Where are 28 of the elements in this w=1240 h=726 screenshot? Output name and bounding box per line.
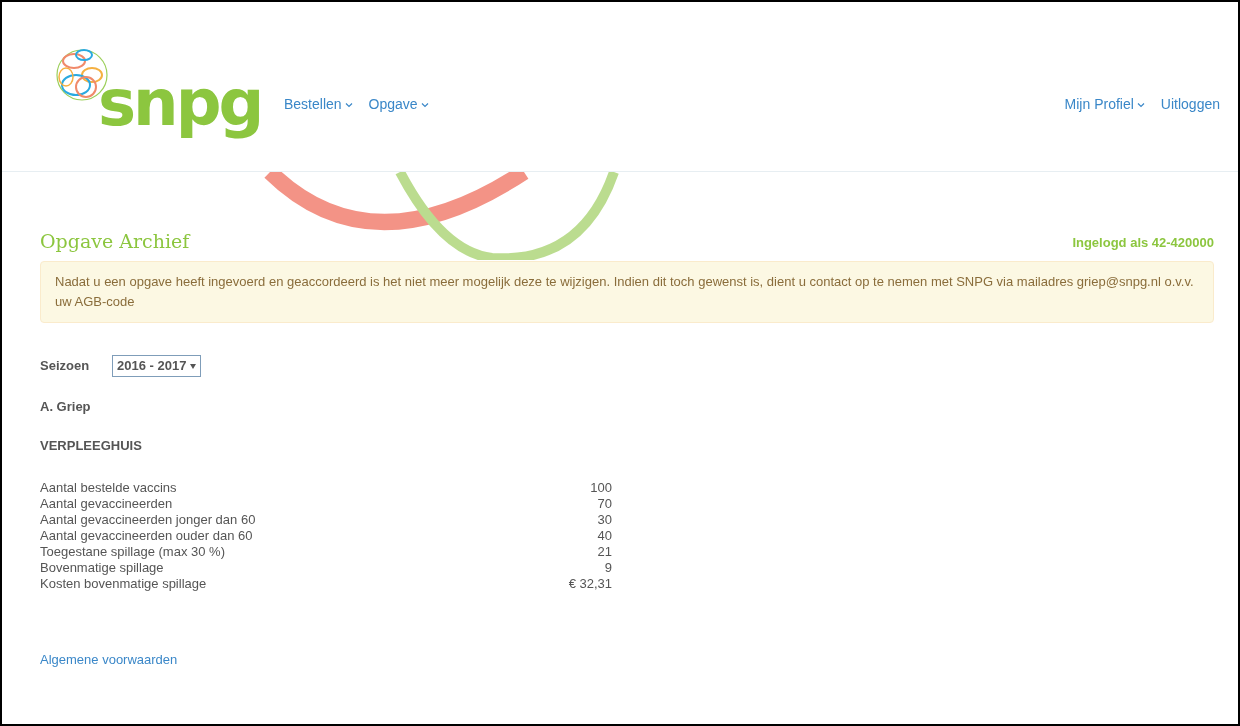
row-value: 100	[590, 479, 612, 496]
info-alert: Nadat u een opgave heeft ingevoerd en geaccordeerd is het niet meer mogelijk deze te wijzigen. Indien dit toch gewenst is, dient u contact op te nemen met SNPG via mailadres griep@snpg.nl o.v.v. uw AGB-code	[40, 260, 1214, 324]
row-value: 21	[597, 543, 612, 560]
row-label: Kosten bovenmatige spillage	[40, 575, 207, 592]
page-title: Opgave Archief	[40, 230, 190, 253]
logo-text: snpg	[98, 65, 263, 142]
row-value: 40	[597, 527, 612, 544]
nav-link[interactable]: Bestellen	[284, 94, 353, 115]
row-value: € 32,31	[568, 575, 612, 592]
login-status: Ingelogd als 42-420000	[1072, 234, 1214, 253]
row-label: Aantal bestelde vaccins	[40, 479, 177, 496]
row-label: Aantal gevaccineerden	[40, 495, 173, 512]
row-label: Aantal gevaccineerden ouder dan 60	[40, 527, 253, 544]
nav-link[interactable]: Mijn Profiel	[1064, 94, 1145, 115]
nav-link[interactable]: Uitloggen	[1160, 94, 1220, 115]
caret-icon	[190, 364, 196, 370]
row-value: 70	[597, 495, 612, 512]
row-value: 30	[597, 511, 612, 528]
terms-link[interactable]: Algemene voorwaarden	[40, 651, 178, 667]
section-heading: A. Griep	[40, 397, 91, 416]
row-label: Aantal gevaccineerden jonger dan 60	[40, 511, 256, 528]
subsection-heading: VERPLEEGHUIS	[40, 437, 142, 456]
season-select[interactable]: 2016 - 2017	[112, 355, 201, 377]
row-value: 9	[604, 559, 612, 576]
row-label: Toegestane spillage (max 30 %)	[40, 543, 225, 560]
nav-link[interactable]: Opgave	[368, 94, 429, 115]
season-label: Seizoen	[40, 357, 91, 376]
row-label: Bovenmatige spillage	[40, 559, 164, 576]
